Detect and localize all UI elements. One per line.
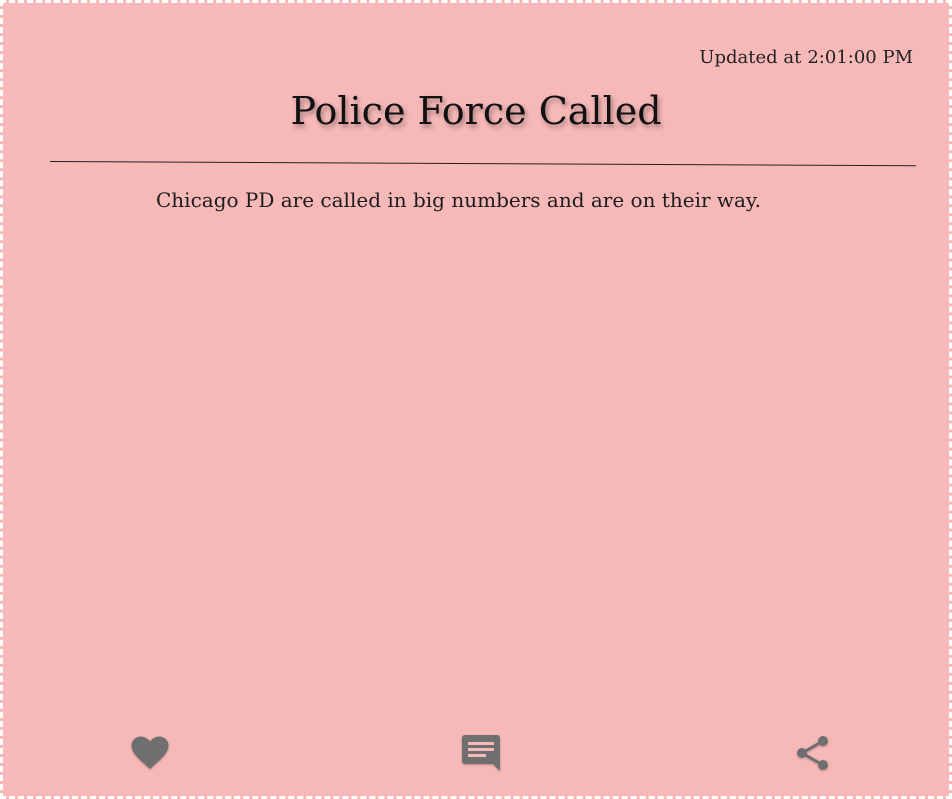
- title-divider: [49, 161, 916, 167]
- post-title: Police Force Called: [290, 89, 662, 133]
- heart-icon: [131, 736, 169, 769]
- updated-prefix: Updated at: [699, 47, 802, 68]
- share-icon: [797, 736, 828, 770]
- share-button[interactable]: [790, 731, 834, 775]
- post-card: Updated at 2:01:00 PM Police Force Called…: [0, 0, 952, 799]
- like-button[interactable]: [128, 731, 172, 775]
- comment-icon: [462, 735, 500, 771]
- updated-timestamp: Updated at 2:01:00 PM: [699, 47, 913, 68]
- post-body: Chicago PD are called in big numbers and…: [156, 188, 761, 212]
- updated-time: 2:01:00 PM: [807, 47, 913, 68]
- comment-button[interactable]: [459, 731, 503, 775]
